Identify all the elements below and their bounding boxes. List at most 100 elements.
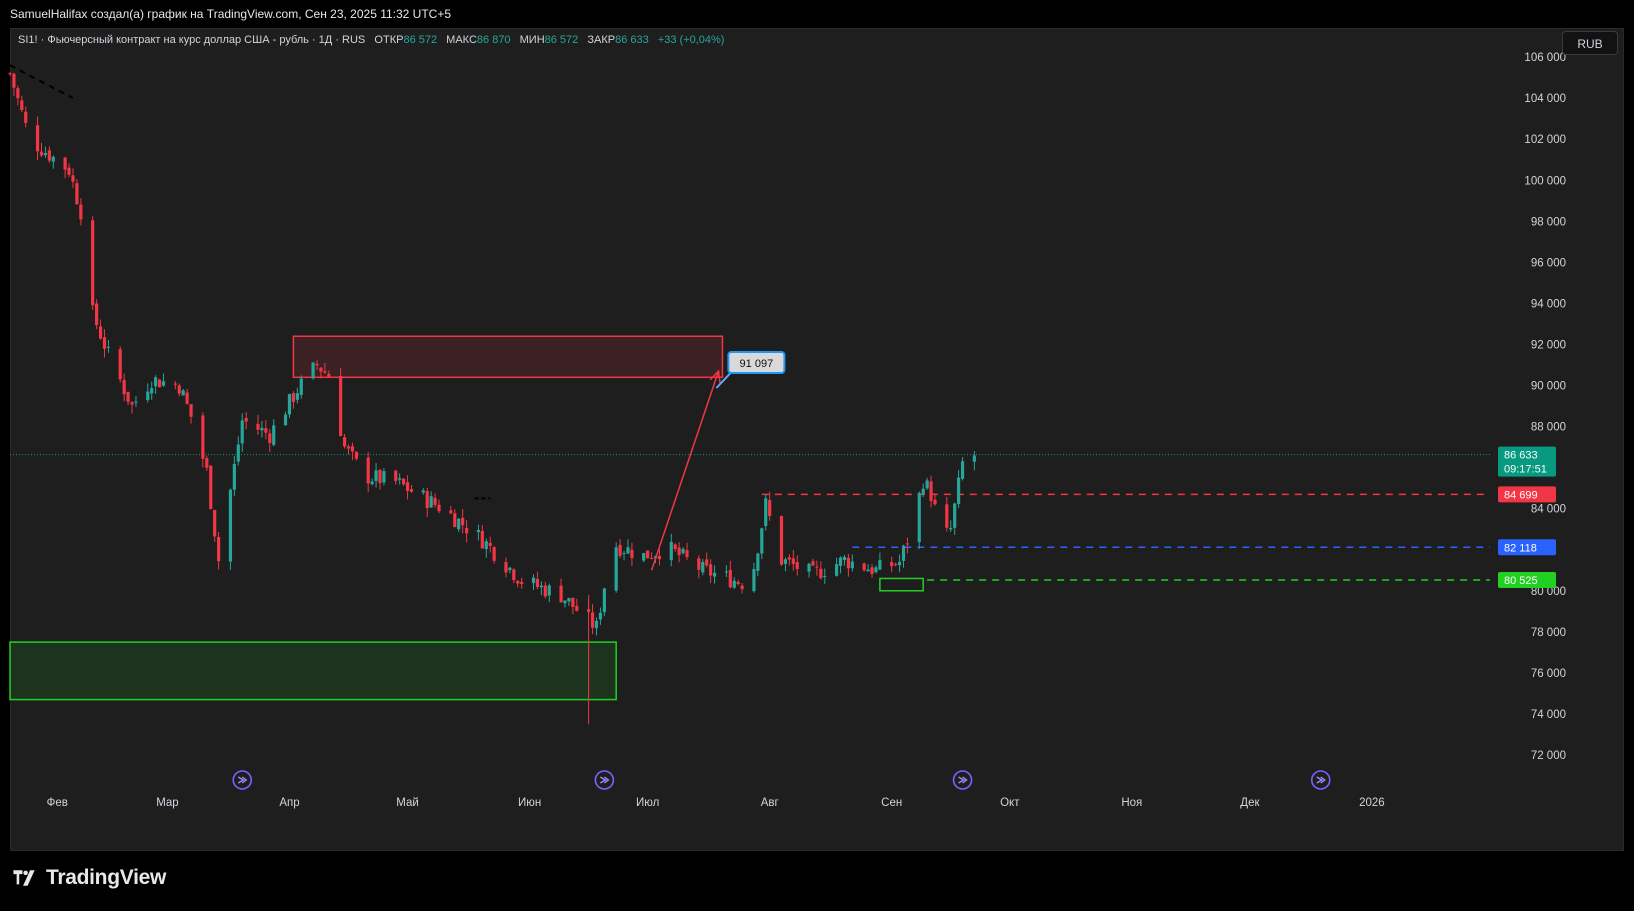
- y-tick-label: 78 000: [1531, 627, 1566, 639]
- candle-body: [535, 578, 540, 587]
- candle-body: [244, 417, 248, 422]
- candle-body: [122, 379, 126, 395]
- candle-body: [929, 481, 933, 501]
- candle-body: [488, 542, 492, 546]
- candle-body: [783, 559, 788, 564]
- candle-body: [476, 529, 481, 533]
- candle-body: [874, 567, 878, 573]
- candle-body: [508, 567, 512, 571]
- y-tick-label: 98 000: [1531, 216, 1566, 228]
- candle-body: [453, 513, 457, 528]
- candle-body: [409, 489, 414, 492]
- candle-body: [161, 381, 166, 386]
- projection-arrow: [650, 370, 720, 571]
- candle-body: [752, 569, 756, 592]
- candle-body: [575, 605, 579, 611]
- candle-body: [890, 562, 894, 567]
- candle-body: [563, 600, 567, 604]
- candle-body: [901, 545, 906, 561]
- candle-body: [677, 547, 681, 556]
- candle-body: [20, 100, 24, 111]
- x-tick-label: Окт: [1000, 797, 1020, 809]
- candle-body: [421, 490, 425, 493]
- y-tick-label: 76 000: [1531, 668, 1566, 680]
- candle-body: [724, 571, 728, 573]
- candle-body: [146, 391, 150, 401]
- candle-body: [779, 516, 784, 565]
- candle-body: [268, 433, 272, 444]
- y-tick-label: 96 000: [1531, 257, 1566, 269]
- candle-body: [394, 470, 398, 481]
- tradingview-logo[interactable]: TradingView: [10, 866, 166, 890]
- candle-body: [39, 151, 44, 156]
- candle-body: [272, 425, 276, 445]
- candle-body: [51, 156, 55, 162]
- candle-body: [760, 528, 764, 554]
- candle-body: [181, 390, 185, 396]
- event-marker-icon[interactable]: [594, 770, 615, 790]
- price-chart[interactable]: 91 09772 00074 00076 00078 00080 00084 0…: [0, 0, 1634, 851]
- candle-body: [205, 458, 209, 468]
- candle-body: [118, 349, 122, 380]
- candle-body: [866, 569, 870, 572]
- candle-body: [905, 543, 910, 545]
- candle-body: [150, 388, 154, 394]
- candle-body: [12, 73, 16, 88]
- candle-body: [94, 303, 99, 326]
- currency-button[interactable]: RUB: [1562, 31, 1618, 55]
- event-marker-icon[interactable]: [952, 770, 973, 790]
- candle-body: [464, 527, 469, 534]
- zone-0: [292, 335, 724, 379]
- candle-body: [449, 510, 453, 514]
- candle-body: [201, 415, 205, 459]
- candle-body: [705, 559, 709, 566]
- candle-body: [484, 541, 488, 550]
- event-marker-icon[interactable]: [232, 770, 253, 790]
- candle-body: [512, 569, 516, 581]
- candle-body: [457, 518, 461, 530]
- candle-body: [590, 612, 595, 628]
- candle-body: [134, 401, 138, 403]
- candle-body: [429, 496, 433, 508]
- candle-body: [894, 564, 898, 566]
- candle-body: [437, 504, 441, 512]
- candle-body: [43, 153, 48, 156]
- candle-body: [681, 549, 685, 554]
- candle-body: [669, 541, 673, 561]
- candle-body: [567, 598, 571, 602]
- candle-body: [842, 556, 847, 561]
- candle-body: [425, 491, 429, 509]
- candle-body: [47, 150, 51, 161]
- low-value: 86 572: [544, 34, 579, 46]
- y-tick-label: 94 000: [1531, 298, 1566, 310]
- candle-body: [378, 469, 382, 484]
- candle-body: [614, 547, 618, 591]
- x-tick-label: Июл: [636, 797, 659, 809]
- candle-body: [846, 557, 851, 569]
- candle-body: [697, 558, 701, 570]
- change-value: +33 (+0,04%): [657, 34, 725, 46]
- x-tick-label: Июн: [518, 797, 541, 809]
- candle-body: [177, 385, 181, 394]
- x-tick-label: Апр: [279, 797, 299, 809]
- candle-body: [342, 437, 347, 447]
- price-tag-label: 84 699: [1504, 489, 1538, 501]
- event-marker-icon[interactable]: [1310, 770, 1331, 790]
- candle-body: [897, 561, 902, 566]
- candle-body: [283, 414, 288, 426]
- high-label: МАКС: [446, 34, 477, 46]
- candle-body: [819, 568, 823, 579]
- candle-body: [232, 463, 236, 490]
- y-tick-label: 88 000: [1531, 422, 1566, 434]
- x-tick-label: 2026: [1359, 797, 1385, 809]
- candle-body: [213, 509, 217, 537]
- candle-body: [311, 362, 315, 379]
- candle-body: [71, 175, 75, 182]
- candle-body: [256, 423, 260, 430]
- candle-body: [626, 547, 630, 554]
- candle-body: [728, 569, 732, 588]
- candle-body: [24, 111, 28, 123]
- candle-body: [504, 562, 508, 573]
- candle-body: [642, 553, 646, 561]
- candle-body: [327, 374, 331, 378]
